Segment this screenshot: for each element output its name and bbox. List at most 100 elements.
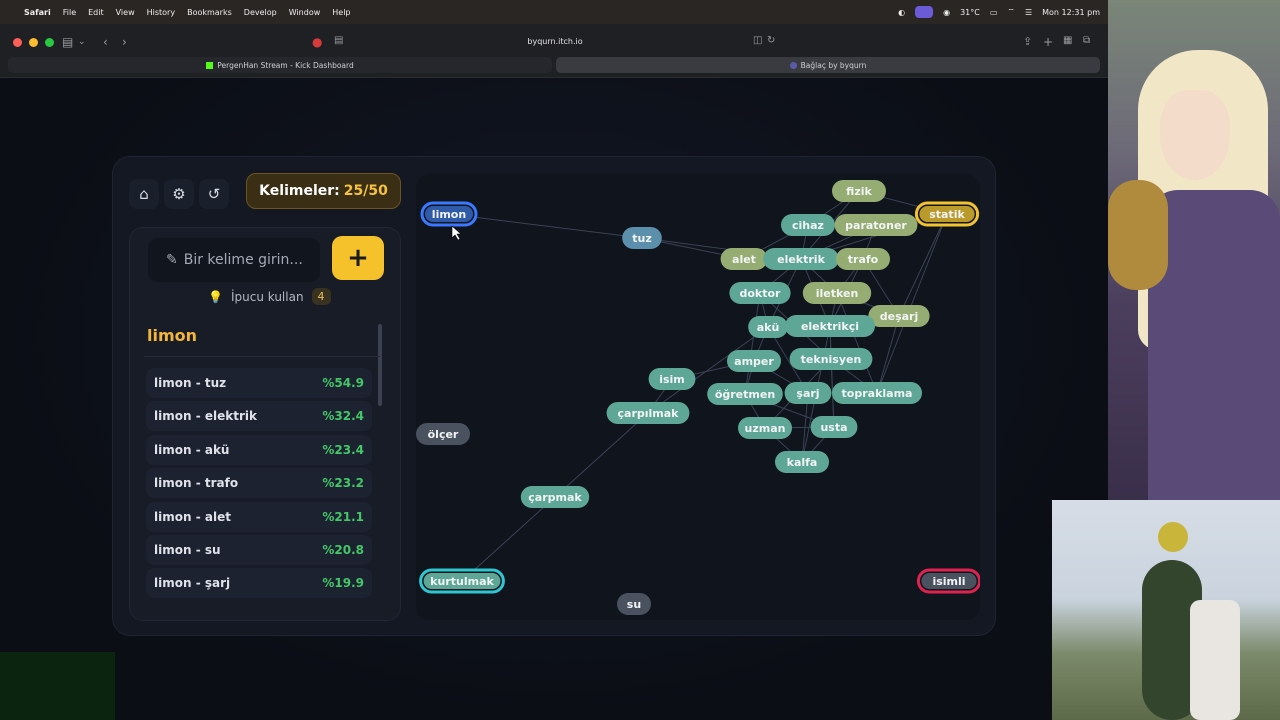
- control-center-icon[interactable]: ☰: [1025, 8, 1032, 17]
- menu-bookmarks[interactable]: Bookmarks: [187, 8, 232, 17]
- node-label: ölçer: [428, 428, 459, 441]
- settings-button[interactable]: ⚙: [164, 179, 194, 209]
- node-sarj[interactable]: şarj: [784, 382, 832, 404]
- node-paratoner[interactable]: paratoner: [834, 214, 918, 236]
- node-isim[interactable]: isim: [648, 368, 696, 390]
- minimize-window-button[interactable]: [29, 38, 38, 47]
- node-carpilmak[interactable]: çarpılmak: [606, 402, 690, 424]
- restart-button[interactable]: ↺: [199, 179, 229, 209]
- menu-app[interactable]: Safari: [24, 8, 51, 17]
- list-item[interactable]: limon - akü %23.4: [146, 434, 372, 465]
- new-tab-icon[interactable]: +: [1043, 35, 1053, 49]
- add-word-button[interactable]: +: [332, 236, 384, 280]
- tab-kick-dashboard[interactable]: PergenHan Stream - Kick Dashboard: [8, 57, 552, 73]
- list-scrollbar[interactable]: [378, 324, 382, 406]
- menu-file[interactable]: File: [63, 8, 76, 17]
- window-controls: [13, 38, 54, 47]
- node-kurtulmak[interactable]: kurtulmak: [419, 568, 505, 594]
- node-iletken[interactable]: iletken: [802, 282, 872, 304]
- node-statik[interactable]: statik: [914, 201, 980, 227]
- sidebar-icon[interactable]: ▤: [62, 35, 73, 49]
- word-graph[interactable]: limon tuz fizik statik cihaz paratoner alet ele…: [416, 174, 980, 620]
- node-teknisyen[interactable]: teknisyen: [789, 348, 873, 370]
- menu-window[interactable]: Window: [289, 8, 321, 17]
- tab-overview-icon[interactable]: ⧉: [1083, 35, 1090, 46]
- word-input[interactable]: ✎ Bir kelime girin...: [148, 238, 320, 282]
- menu-edit[interactable]: Edit: [88, 8, 104, 17]
- reload-icon[interactable]: ↻: [767, 35, 775, 46]
- node-label: çarpmak: [528, 491, 582, 504]
- node-elektrikci[interactable]: elektrikçi: [785, 315, 875, 337]
- list-item[interactable]: limon - elektrik %32.4: [146, 401, 372, 432]
- list-item[interactable]: limon - tuz %54.9: [146, 368, 372, 398]
- node-cihaz[interactable]: cihaz: [781, 214, 835, 236]
- node-topraklama[interactable]: topraklama: [832, 382, 922, 404]
- page: ⌂ ⚙ ↺ Kelimeler: 25/50 ✎ Bir kelime giri…: [0, 78, 1108, 720]
- graph-edge: [461, 496, 556, 582]
- tab-label: PergenHan Stream - Kick Dashboard: [217, 60, 354, 70]
- node-isimli[interactable]: isimli: [916, 568, 980, 594]
- translate-icon[interactable]: ◫: [753, 35, 762, 46]
- node-carpmak[interactable]: çarpmak: [520, 486, 590, 508]
- forward-icon[interactable]: ›: [122, 35, 127, 49]
- node-alet[interactable]: alet: [720, 248, 768, 270]
- node-ogretmen[interactable]: öğretmen: [707, 383, 783, 405]
- node-olcer[interactable]: ölçer: [416, 423, 470, 445]
- pair-label: limon - şarj: [154, 576, 231, 591]
- node-su[interactable]: su: [617, 593, 651, 615]
- menu-view[interactable]: View: [116, 8, 135, 17]
- zoom-window-button[interactable]: [45, 38, 54, 47]
- menu-help[interactable]: Help: [332, 8, 350, 17]
- node-desarj[interactable]: deşarj: [868, 305, 930, 327]
- close-window-button[interactable]: [13, 38, 22, 47]
- node-label: kurtulmak: [430, 575, 494, 588]
- node-label: usta: [820, 421, 847, 434]
- screen-share-icon[interactable]: ◐: [898, 8, 905, 17]
- connection-list: limon - tuz %54.9 limon - elektrik %32.4 l…: [146, 368, 372, 602]
- node-kalfa[interactable]: kalfa: [775, 451, 829, 473]
- node-tuz[interactable]: tuz: [622, 227, 662, 249]
- tab-baglac[interactable]: Bağlaç by byqurn: [556, 57, 1100, 73]
- share-icon[interactable]: ⇪: [1023, 35, 1032, 48]
- node-usta[interactable]: usta: [810, 416, 858, 438]
- hint-button[interactable]: 💡 İpucu kullan 4: [208, 288, 331, 305]
- node-fizik[interactable]: fizik: [832, 180, 886, 202]
- tab-grid-icon[interactable]: ▦: [1063, 35, 1072, 46]
- battery-icon[interactable]: ▭: [990, 8, 998, 17]
- temperature[interactable]: 31°C: [960, 8, 980, 17]
- list-item[interactable]: limon - alet %21.1: [146, 501, 372, 532]
- weather-icon[interactable]: ◉: [943, 8, 950, 17]
- node-trafo[interactable]: trafo: [836, 248, 890, 270]
- node-uzman[interactable]: uzman: [738, 417, 792, 439]
- address-bar[interactable]: byqurn.itch.io: [340, 33, 770, 51]
- node-label: trafo: [848, 253, 879, 266]
- similarity-value: %54.9: [322, 376, 364, 390]
- node-elektrik[interactable]: elektrik: [763, 248, 839, 270]
- node-label: cihaz: [792, 219, 824, 232]
- similarity-value: %23.4: [322, 442, 364, 457]
- current-word: limon: [147, 326, 198, 345]
- list-item[interactable]: limon - trafo %23.2: [146, 468, 372, 499]
- stage-manager-icon[interactable]: [915, 6, 934, 18]
- wifi-icon[interactable]: ⌔: [1007, 7, 1015, 17]
- screen: { "menubar": { "app": "Safari", "items":…: [0, 0, 1280, 720]
- lightbulb-icon: 💡: [208, 289, 223, 304]
- extension-icon[interactable]: ●: [312, 35, 322, 49]
- back-icon[interactable]: ‹: [103, 35, 108, 49]
- chevron-down-icon[interactable]: ⌄: [78, 37, 86, 47]
- graph-edge: [876, 213, 948, 394]
- menu-develop[interactable]: Develop: [244, 8, 277, 17]
- node-amper[interactable]: amper: [727, 350, 781, 372]
- list-item[interactable]: limon - şarj %19.9: [146, 568, 372, 599]
- node-aku[interactable]: akü: [748, 316, 788, 338]
- clock[interactable]: Mon 12:31 pm: [1042, 8, 1100, 17]
- home-button[interactable]: ⌂: [129, 179, 159, 209]
- list-item[interactable]: limon - su %20.8: [146, 534, 372, 565]
- pair-label: limon - tuz: [154, 376, 227, 390]
- menu-history[interactable]: History: [147, 8, 175, 17]
- similarity-value: %23.2: [322, 476, 364, 491]
- mouse-cursor-icon: [451, 225, 462, 241]
- node-limon[interactable]: limon: [420, 201, 478, 227]
- node-doktor[interactable]: doktor: [729, 282, 791, 304]
- similarity-value: %32.4: [322, 409, 364, 424]
